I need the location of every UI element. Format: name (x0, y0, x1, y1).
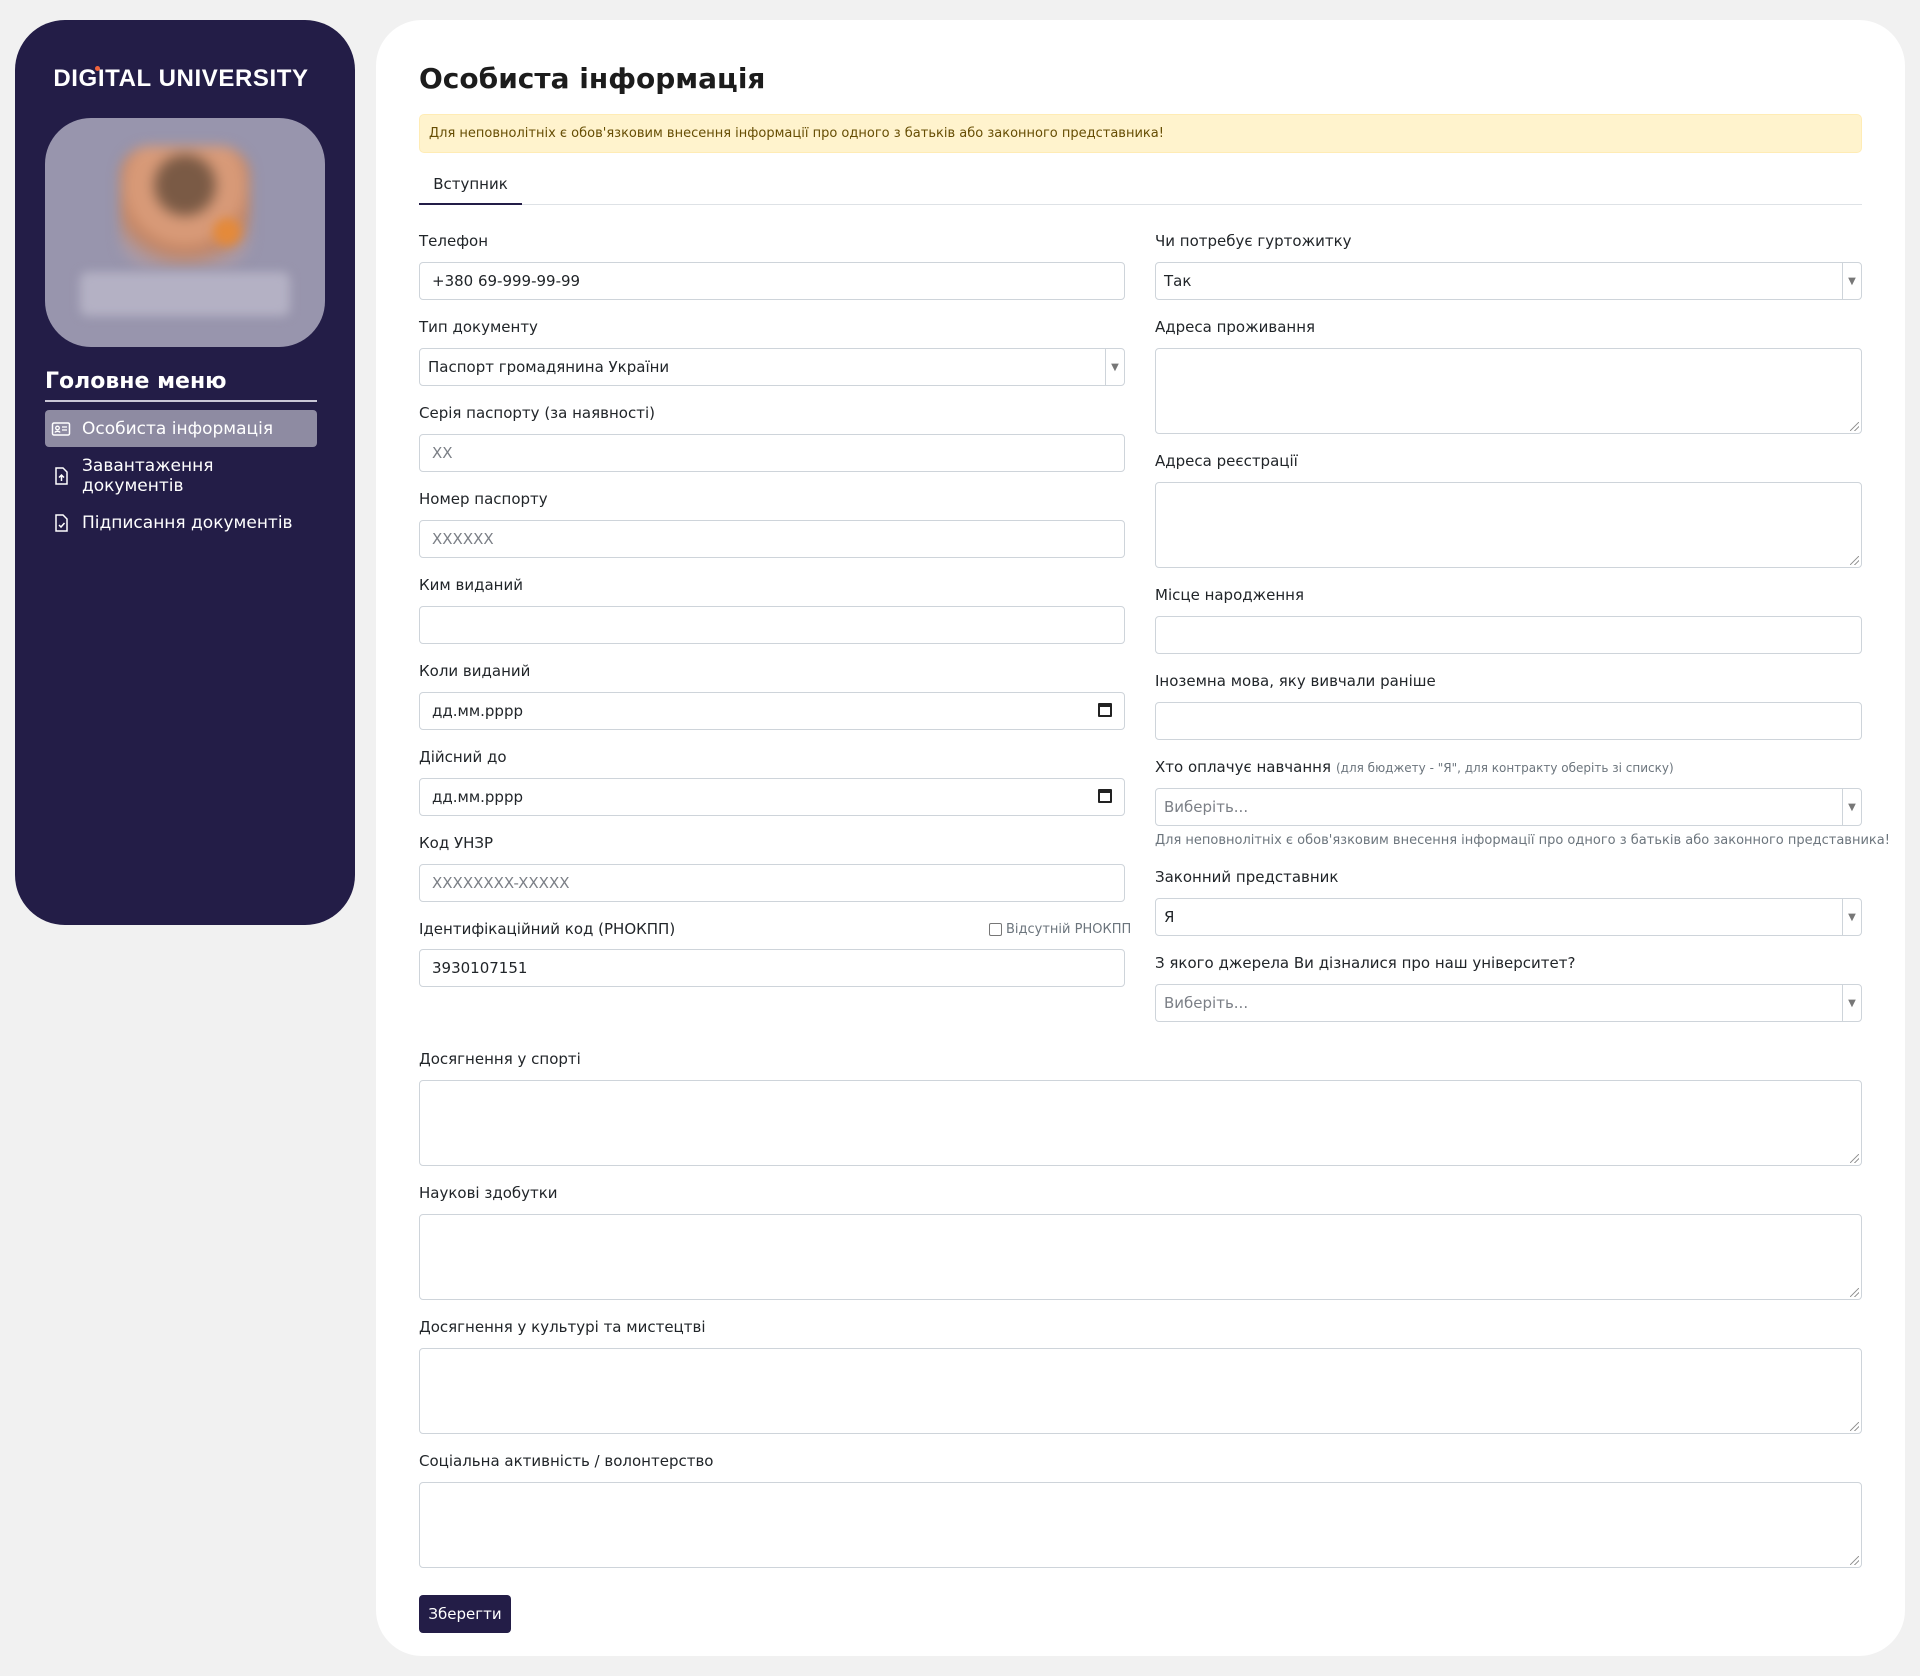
passport-series-placeholder: ХХ (432, 444, 453, 462)
rnokpp-label: Ідентифікаційний код (РНОКПП) (419, 920, 676, 938)
birth-place-input[interactable] (1155, 616, 1862, 654)
menu-item-sign-documents[interactable]: Підписання документів (45, 504, 317, 541)
avatar (120, 146, 250, 268)
no-rnokpp-checkbox[interactable]: Відсутній РНОКПП (989, 922, 1131, 937)
menu-item-label: Завантаження документів (82, 455, 214, 496)
source-select[interactable]: Виберіть... ▼ (1155, 984, 1862, 1022)
file-sign-icon (55, 513, 68, 532)
payer-placeholder: Виберіть... (1164, 798, 1249, 816)
brand-dot (95, 66, 100, 71)
brand-logo[interactable]: DIGITAL UNIVERSITY (45, 64, 317, 94)
passport-series-input[interactable]: ХХ (419, 434, 1125, 472)
payer-hint: (для бюджету - "Я", для контракту оберіт… (1336, 761, 1674, 775)
resize-handle[interactable] (1850, 1556, 1859, 1565)
menu-title: Головне меню (45, 369, 317, 402)
calendar-icon[interactable] (1098, 703, 1112, 717)
menu-item-label: Підписання документів (82, 512, 293, 533)
payer-label: Хто оплачує навчання (для бюджету - "Я", … (1155, 758, 1674, 776)
passport-number-placeholder: XXXXXX (432, 530, 494, 548)
payer-label-text: Хто оплачує навчання (1155, 758, 1331, 776)
doc-type-select[interactable]: Паспорт громадянина України ▼ (419, 348, 1125, 386)
residence-address-textarea[interactable] (1155, 348, 1862, 434)
registration-address-textarea[interactable] (1155, 482, 1862, 568)
unzr-label: Код УНЗР (419, 834, 494, 852)
issued-date-label: Коли виданий (419, 662, 531, 680)
tabs: Вступник (419, 165, 1862, 205)
dormitory-value: Так (1164, 272, 1192, 290)
chevron-down-icon: ▼ (1842, 263, 1861, 299)
registration-address-label: Адреса реєстрації (1155, 452, 1298, 470)
chevron-down-icon: ▼ (1105, 349, 1124, 385)
dormitory-select[interactable]: Так ▼ (1155, 262, 1862, 300)
passport-number-input[interactable]: XXXXXX (419, 520, 1125, 558)
tab-applicant[interactable]: Вступник (419, 165, 522, 205)
doc-type-label: Тип документу (419, 318, 538, 336)
phone-input[interactable]: +380 69-999-99-99 (419, 262, 1125, 300)
issued-by-label: Ким виданий (419, 576, 523, 594)
rnokpp-input[interactable]: 3930107151 (419, 949, 1125, 987)
valid-until-value: дд.мм.рррр (432, 788, 523, 806)
main-panel: Особиста інформація Для неповнолітніх є … (376, 20, 1905, 1656)
issued-by-input[interactable] (419, 606, 1125, 644)
page-title: Особиста інформація (419, 62, 766, 95)
unzr-placeholder: XXXXXXXX-XXXXX (432, 874, 570, 892)
passport-series-label: Серія паспорту (за наявності) (419, 404, 655, 422)
legal-rep-label: Законний представник (1155, 868, 1339, 886)
birth-place-label: Місце народження (1155, 586, 1305, 604)
culture-label: Досягнення у культурі та мистецтві (419, 1318, 706, 1336)
payer-select[interactable]: Виберіть... ▼ (1155, 788, 1862, 826)
legal-rep-select[interactable]: Я ▼ (1155, 898, 1862, 936)
resize-handle[interactable] (1850, 1154, 1859, 1163)
phone-value: +380 69-999-99-99 (432, 272, 581, 290)
main-menu: Особиста інформація Завантаження докумен… (45, 410, 317, 541)
resize-handle[interactable] (1850, 556, 1859, 565)
menu-item-personal-info[interactable]: Особиста інформація (45, 410, 317, 447)
source-placeholder: Виберіть... (1164, 994, 1249, 1012)
minor-warning-alert: Для неповнолітніх є обов'язковим внесенн… (419, 114, 1862, 153)
culture-textarea[interactable] (419, 1348, 1862, 1434)
resize-handle[interactable] (1850, 1288, 1859, 1297)
resize-handle[interactable] (1850, 1422, 1859, 1431)
doc-type-value: Паспорт громадянина України (428, 358, 670, 376)
passport-number-label: Номер паспорту (419, 490, 548, 508)
sport-label: Досягнення у спорті (419, 1050, 581, 1068)
id-card-icon (51, 421, 71, 436)
save-button[interactable]: Зберегти (419, 1595, 511, 1633)
legal-rep-value: Я (1164, 908, 1175, 926)
profile-card (45, 118, 325, 347)
foreign-language-label: Іноземна мова, яку вивчали раніше (1155, 672, 1436, 690)
menu-item-label: Особиста інформація (82, 418, 274, 439)
avatar-detail (213, 218, 241, 246)
resize-handle[interactable] (1850, 422, 1859, 431)
science-textarea[interactable] (419, 1214, 1862, 1300)
chevron-down-icon: ▼ (1842, 789, 1861, 825)
issued-date-input[interactable]: дд.мм.рррр (419, 692, 1125, 730)
checkbox-box[interactable] (989, 923, 1002, 936)
chevron-down-icon: ▼ (1842, 985, 1861, 1021)
unzr-input[interactable]: XXXXXXXX-XXXXX (419, 864, 1125, 902)
science-label: Наукові здобутки (419, 1184, 558, 1202)
menu-item-upload-documents[interactable]: Завантаження документів (45, 455, 317, 496)
user-name-blurred (80, 272, 290, 316)
foreign-language-input[interactable] (1155, 702, 1862, 740)
payer-help-text: Для неповнолітніх є обов'язковим внесенн… (1155, 833, 1890, 848)
issued-date-value: дд.мм.рррр (432, 702, 523, 720)
dormitory-label: Чи потребує гуртожитку (1155, 232, 1352, 250)
calendar-icon[interactable] (1098, 789, 1112, 803)
no-rnokpp-label: Відсутній РНОКПП (1006, 922, 1132, 937)
sidebar: DIGITAL UNIVERSITY Головне меню Особиста… (15, 20, 355, 925)
phone-label: Телефон (419, 232, 489, 250)
brand-text: DIGITAL UNIVERSITY (53, 65, 309, 92)
rnokpp-value: 3930107151 (432, 959, 528, 977)
source-label: З якого джерела Ви дізналися про наш уні… (1155, 954, 1576, 972)
valid-until-label: Дійсний до (419, 748, 507, 766)
file-upload-icon (55, 466, 68, 485)
residence-address-label: Адреса проживання (1155, 318, 1316, 336)
valid-until-input[interactable]: дд.мм.рррр (419, 778, 1125, 816)
social-label: Соціальна активність / волонтерство (419, 1452, 714, 1470)
sport-textarea[interactable] (419, 1080, 1862, 1166)
social-textarea[interactable] (419, 1482, 1862, 1568)
chevron-down-icon: ▼ (1842, 899, 1861, 935)
